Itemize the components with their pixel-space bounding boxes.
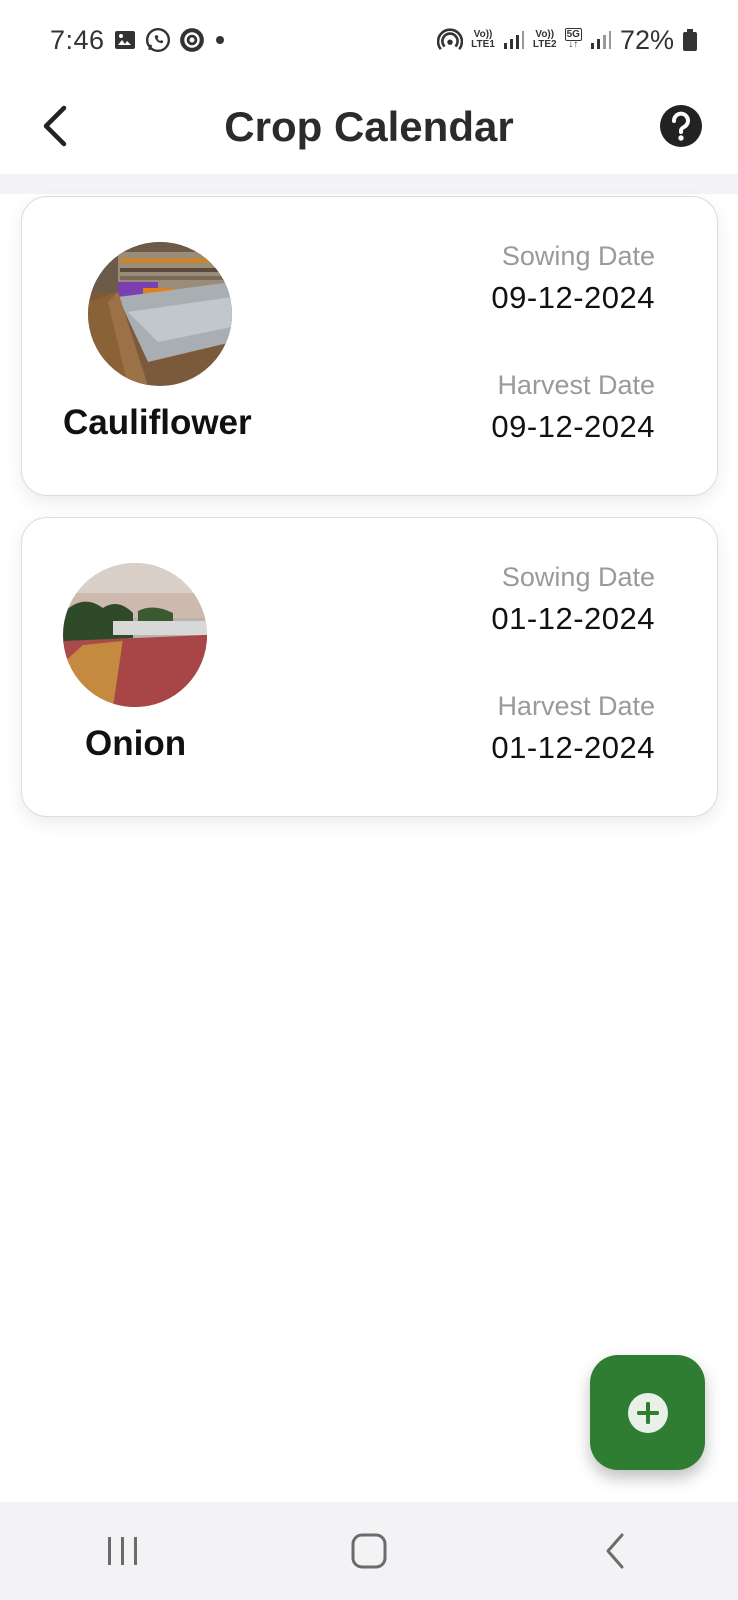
status-bar: 7:46 Vo)) LTE1 Vo)) LTE2 5G ↓↑ 72% bbox=[0, 0, 738, 80]
back-icon bbox=[606, 1533, 624, 1569]
status-left: 7:46 bbox=[50, 25, 227, 56]
harvest-date-value: 01-12-2024 bbox=[491, 730, 655, 765]
crop-name: Cauliflower bbox=[63, 403, 252, 442]
network-label: 5G bbox=[564, 28, 582, 41]
content-divider bbox=[0, 174, 738, 194]
system-nav-bar bbox=[0, 1502, 738, 1600]
battery-percent: 72% bbox=[619, 24, 674, 55]
help-circle-icon bbox=[660, 105, 702, 147]
harvest-date-value: 09-12-2024 bbox=[491, 409, 655, 444]
status-time: 7:46 bbox=[50, 24, 105, 55]
crop-card-onion[interactable]: Onion Sowing Date 01-12-2024 Harvest Dat… bbox=[21, 517, 718, 817]
sowing-date-block: Sowing Date 09-12-2024 bbox=[491, 241, 655, 316]
signal-icon bbox=[590, 29, 612, 51]
harvest-date-block: Harvest Date 01-12-2024 bbox=[491, 691, 655, 766]
recent-apps-icon bbox=[108, 1537, 137, 1565]
sim1-volte-icon: Vo)) LTE1 bbox=[471, 29, 495, 50]
harvest-date-label: Harvest Date bbox=[497, 370, 655, 400]
plus-circle-icon bbox=[627, 1392, 668, 1433]
crop-photo bbox=[63, 563, 207, 707]
page-title: Crop Calendar bbox=[224, 103, 514, 150]
battery-icon bbox=[682, 28, 698, 52]
chat-icon bbox=[179, 27, 205, 53]
sowing-date-label: Sowing Date bbox=[501, 562, 655, 592]
crop-name: Onion bbox=[85, 724, 187, 763]
sim2-label: LTE2 bbox=[532, 39, 557, 50]
sowing-date-value: 01-12-2024 bbox=[491, 601, 655, 636]
home-icon bbox=[351, 1533, 387, 1569]
network-5g-icon: 5G ↓↑ bbox=[564, 28, 582, 50]
help-button[interactable] bbox=[652, 97, 710, 155]
chevron-left-icon bbox=[43, 105, 67, 147]
harvest-date-label: Harvest Date bbox=[497, 691, 655, 721]
harvest-date-block: Harvest Date 09-12-2024 bbox=[491, 370, 655, 445]
crop-photo bbox=[88, 242, 232, 386]
back-button[interactable] bbox=[28, 98, 84, 154]
screen: 7:46 Vo)) LTE1 Vo)) LTE2 5G ↓↑ 72% Crop … bbox=[0, 0, 738, 1600]
system-back-button[interactable] bbox=[570, 1516, 660, 1586]
crop-list: Cauliflower Sowing Date 09-12-2024 Harve… bbox=[0, 174, 738, 1502]
gallery-icon bbox=[113, 28, 137, 52]
sowing-date-value: 09-12-2024 bbox=[491, 280, 655, 315]
sowing-date-label: Sowing Date bbox=[501, 241, 655, 271]
sowing-date-block: Sowing Date 01-12-2024 bbox=[491, 562, 655, 637]
hotspot-icon bbox=[437, 27, 464, 53]
home-button[interactable] bbox=[324, 1516, 414, 1586]
sim1-label: LTE1 bbox=[471, 39, 495, 50]
sim2-volte-icon: Vo)) LTE2 bbox=[532, 29, 557, 50]
status-right: Vo)) LTE1 Vo)) LTE2 5G ↓↑ 72% bbox=[437, 25, 698, 56]
signal-icon bbox=[503, 29, 525, 51]
add-crop-button[interactable] bbox=[590, 1355, 705, 1470]
dot-icon bbox=[213, 33, 227, 47]
crop-card-cauliflower[interactable]: Cauliflower Sowing Date 09-12-2024 Harve… bbox=[21, 196, 718, 496]
recent-apps-button[interactable] bbox=[78, 1516, 168, 1586]
app-bar: Crop Calendar bbox=[0, 80, 738, 174]
whatsapp-icon bbox=[145, 27, 171, 53]
